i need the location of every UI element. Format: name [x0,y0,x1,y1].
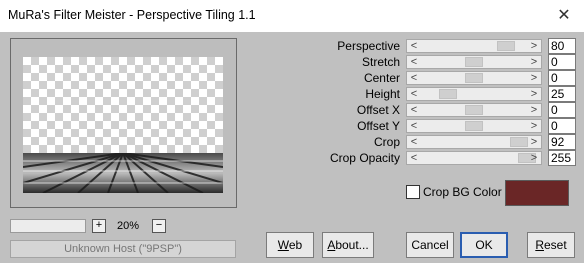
slider-thumb[interactable] [509,137,528,147]
reset-button-label: eset [543,238,567,252]
slider-crop-opacity[interactable]: < > [406,151,542,165]
value-field-crop-opacity[interactable]: 255 [548,150,576,166]
param-label-crop-opacity: Crop Opacity [329,151,400,165]
zoom-level: 20% [116,220,140,232]
value-field-perspective[interactable]: 80 [548,38,576,54]
arrow-left-icon[interactable]: < [407,120,421,132]
about-button-label: bout... [335,238,369,252]
param-label-perspective: Perspective [337,39,400,53]
zoom-in-button[interactable]: + [92,219,106,233]
reset-button[interactable]: Reset [527,232,575,258]
ok-button[interactable]: OK [460,232,508,258]
slider-thumb[interactable] [496,41,515,51]
window-title: MuRa's Filter Meister - Perspective Tili… [8,8,256,22]
value-field-crop[interactable]: 92 [548,134,576,150]
arrow-right-icon[interactable]: > [527,136,541,148]
arrow-left-icon[interactable]: < [407,136,421,148]
arrow-left-icon[interactable]: < [407,88,421,100]
arrow-right-icon[interactable]: > [527,72,541,84]
param-label-center: Center [363,71,400,85]
crop-bg-color-checkbox[interactable] [406,185,420,199]
arrow-right-icon[interactable]: > [527,152,541,164]
param-label-offset-x: Offset X [356,103,400,117]
arrow-right-icon[interactable]: > [527,104,541,116]
value-field-offset-x[interactable]: 0 [548,102,576,118]
arrow-left-icon[interactable]: < [407,56,421,68]
slider-thumb[interactable] [438,89,457,99]
perspective-tile-floor [23,153,223,193]
slider-offset-y[interactable]: < > [406,119,542,133]
slider-crop[interactable]: < > [406,135,542,149]
about-button[interactable]: About... [322,232,374,258]
slider-perspective[interactable]: < > [406,39,542,53]
arrow-right-icon[interactable]: > [527,56,541,68]
zoom-track [10,219,86,233]
slider-thumb[interactable] [465,121,483,131]
preview-canvas[interactable] [23,57,223,193]
title-bar: MuRa's Filter Meister - Perspective Tili… [0,0,584,32]
close-icon[interactable]: ✕ [554,6,574,26]
slider-stretch[interactable]: < > [406,55,542,69]
param-label-height: Height [365,87,400,101]
host-status: Unknown Host ("9PSP") [10,240,236,258]
crop-bg-color-swatch[interactable] [505,180,569,206]
arrow-left-icon[interactable]: < [407,152,421,164]
arrow-left-icon[interactable]: < [407,40,421,52]
slider-thumb[interactable] [465,57,483,67]
preview-frame [10,38,237,208]
arrow-left-icon[interactable]: < [407,72,421,84]
crop-bg-color-label: Crop BG Color [423,185,502,199]
cancel-button[interactable]: Cancel [406,232,454,258]
param-label-stretch: Stretch [361,55,400,69]
value-field-offset-y[interactable]: 0 [548,118,576,134]
arrow-right-icon[interactable]: > [527,88,541,100]
param-label-offset-y: Offset Y [357,119,400,133]
web-button[interactable]: Web [266,232,314,258]
zoom-out-button[interactable]: − [152,219,166,233]
slider-center[interactable]: < > [406,71,542,85]
value-field-center[interactable]: 0 [548,70,576,86]
slider-thumb[interactable] [465,105,483,115]
dialog-client: + 20% − Unknown Host ("9PSP") Perspectiv… [0,32,584,263]
slider-height[interactable]: < > [406,87,542,101]
value-field-height[interactable]: 25 [548,86,576,102]
slider-offset-x[interactable]: < > [406,103,542,117]
reset-button-accel: R [535,238,544,252]
slider-thumb[interactable] [465,73,483,83]
web-button-label: eb [288,238,303,252]
value-field-stretch[interactable]: 0 [548,54,576,70]
param-label-crop: Crop [373,135,400,149]
web-button-accel: W [277,238,289,252]
arrow-right-icon[interactable]: > [527,40,541,52]
arrow-right-icon[interactable]: > [527,120,541,132]
arrow-left-icon[interactable]: < [407,104,421,116]
